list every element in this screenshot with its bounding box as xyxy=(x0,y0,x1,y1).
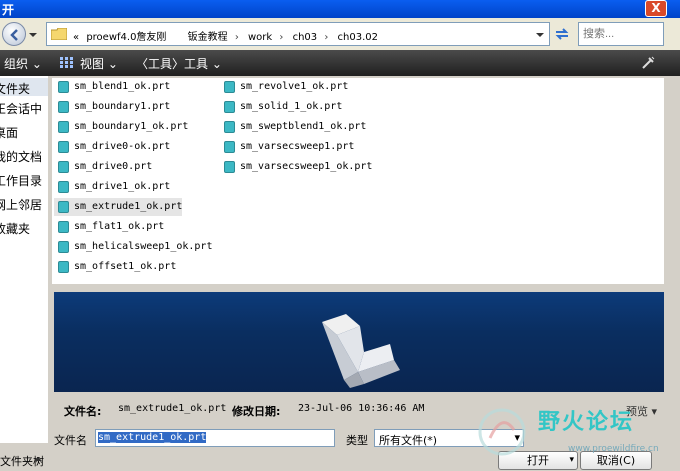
breadcrumb-item[interactable]: ch03 xyxy=(293,32,318,43)
breadcrumb-item[interactable]: proewf4.0詹友刚 xyxy=(86,32,166,43)
breadcrumb-overflow[interactable]: « xyxy=(73,32,79,43)
chevron-down-icon: ▾ xyxy=(651,405,658,418)
file-item[interactable]: sm_varsecsweep1_ok.prt xyxy=(220,158,372,176)
sidebar-item-desktop[interactable]: 桌面 xyxy=(0,124,18,141)
breadcrumb-separator[interactable]: › xyxy=(279,32,283,43)
file-item[interactable]: sm_flat1_ok.prt xyxy=(54,218,164,236)
breadcrumb-item[interactable]: 钣金教程 xyxy=(188,32,228,43)
sidebar-item-documents[interactable]: 我的文档 xyxy=(0,148,42,165)
sidebar-item-session[interactable]: 正会话中 xyxy=(0,100,42,117)
history-dropdown-icon[interactable] xyxy=(28,30,38,40)
back-arrow-icon xyxy=(10,29,18,41)
breadcrumb-separator[interactable]: › xyxy=(324,32,328,43)
sidebar-item-working-dir[interactable]: 工作目录 xyxy=(0,172,42,189)
cancel-button[interactable]: 取消(C) xyxy=(580,451,652,470)
breadcrumb-item[interactable]: work xyxy=(248,32,272,43)
sidebar-item-folder[interactable]: 文件夹 xyxy=(0,80,30,97)
chevron-down-icon[interactable]: ▾ xyxy=(569,452,574,469)
file-item[interactable]: sm_boundary1_ok.prt xyxy=(54,118,188,136)
file-item[interactable]: sm_offset1_ok.prt xyxy=(54,258,176,276)
dialog-footer: 文件夹树 打开 ▾ 取消(C) xyxy=(0,450,680,471)
chevron-down-icon: ▾ xyxy=(514,431,520,444)
filename-input[interactable]: sm_extrude1_ok.prt xyxy=(95,429,335,447)
file-item[interactable]: sm_sweptblend1_ok.prt xyxy=(220,118,366,136)
filename-row: 文件名 sm_extrude1_ok.prt 类型 所有文件(*) ▾ xyxy=(0,428,680,450)
details-filename-label: 文件名: xyxy=(64,405,102,418)
title-bar: 开 X xyxy=(0,0,680,18)
address-bar[interactable]: « proewf4.0詹友刚 钣金教程 › work › ch03 › ch03… xyxy=(46,22,550,46)
breadcrumb-separator[interactable]: › xyxy=(235,32,239,43)
part-file-icon xyxy=(224,161,235,173)
address-dropdown-icon[interactable] xyxy=(536,31,544,39)
sidebar-item-favorites[interactable]: 收藏夹 xyxy=(0,220,30,237)
part-file-icon xyxy=(224,101,235,113)
file-item[interactable]: sm_boundary1.prt xyxy=(54,98,170,116)
command-toolbar: 组织 ⌄ 视图 ⌄ 〈工具〉工具 ⌄ xyxy=(0,50,680,76)
file-details: 文件名: sm_extrude1_ok.prt 修改日期: 23-Jul-06 … xyxy=(54,398,664,422)
file-list: sm_blend1_ok.prt sm_boundary1.prt sm_bou… xyxy=(52,78,664,284)
part-file-icon xyxy=(224,81,235,93)
refresh-button[interactable] xyxy=(550,22,574,46)
file-item[interactable]: sm_revolve1_ok.prt xyxy=(220,78,348,96)
views-menu[interactable]: 视图 ⌄ xyxy=(80,55,118,72)
part-file-icon xyxy=(58,121,69,133)
details-modified-label: 修改日期: xyxy=(232,405,281,418)
navigation-bar: « proewf4.0詹友刚 钣金教程 › work › ch03 › ch03… xyxy=(0,18,680,50)
refresh-icon xyxy=(555,28,569,40)
part-file-icon xyxy=(58,101,69,113)
chevron-down-icon: ⌄ xyxy=(211,57,222,71)
file-item[interactable]: sm_solid_1_ok.prt xyxy=(220,98,342,116)
close-button[interactable]: X xyxy=(645,0,667,17)
part-preview-image xyxy=(322,314,400,388)
preview-toggle[interactable]: 预览 ▾ xyxy=(626,403,657,419)
folder-icon xyxy=(51,28,67,40)
breadcrumb-item[interactable]: ch03.02 xyxy=(338,32,378,43)
file-item[interactable]: sm_blend1_ok.prt xyxy=(54,78,170,96)
tools-menu[interactable]: 〈工具〉工具 ⌄ xyxy=(136,55,222,72)
view-grid-icon xyxy=(60,57,73,68)
back-button[interactable] xyxy=(2,22,26,46)
type-select[interactable]: 所有文件(*) ▾ xyxy=(374,429,524,447)
sidebar-item-network[interactable]: 网上邻居 xyxy=(0,196,42,213)
part-file-icon xyxy=(58,201,69,213)
search-input[interactable] xyxy=(578,22,664,46)
part-file-icon xyxy=(58,261,69,273)
file-item[interactable]: sm_drive0-ok.prt xyxy=(54,138,170,156)
part-file-icon xyxy=(58,81,69,93)
settings-icon[interactable] xyxy=(640,55,656,71)
window-title: 开 xyxy=(2,3,15,17)
type-label: 类型 xyxy=(346,434,368,447)
close-icon: X xyxy=(651,1,661,15)
part-file-icon xyxy=(224,121,235,133)
chevron-up-icon[interactable] xyxy=(34,455,42,463)
organize-menu[interactable]: 组织 ⌄ xyxy=(4,55,42,72)
part-file-icon xyxy=(58,241,69,253)
part-file-icon xyxy=(58,221,69,233)
part-file-icon xyxy=(58,141,69,153)
file-item[interactable]: sm_varsecsweep1.prt xyxy=(220,138,354,156)
file-item[interactable]: sm_drive1_ok.prt xyxy=(54,178,170,196)
details-filename-value: sm_extrude1_ok.prt xyxy=(118,403,227,414)
open-button[interactable]: 打开 ▾ xyxy=(498,451,578,470)
chevron-down-icon: ⌄ xyxy=(31,57,42,71)
model-preview[interactable] xyxy=(54,292,664,392)
sidebar: 文件夹 正会话中 桌面 我的文档 工作目录 网上邻居 收藏夹 xyxy=(0,76,48,443)
organize-label: 组织 xyxy=(4,57,29,71)
file-item[interactable]: sm_helicalsweep1_ok.prt xyxy=(54,238,212,256)
details-modified-value: 23-Jul-06 10:36:46 AM xyxy=(298,403,425,414)
part-file-icon xyxy=(58,161,69,173)
part-file-icon xyxy=(58,181,69,193)
file-item[interactable]: sm_drive0.prt xyxy=(54,158,152,176)
part-file-icon xyxy=(224,141,235,153)
breadcrumb: « proewf4.0詹友刚 钣金教程 › work › ch03 › ch03… xyxy=(73,28,382,43)
file-item-selected[interactable]: sm_extrude1_ok.prt xyxy=(54,198,182,216)
views-label: 视图 xyxy=(80,57,105,71)
filename-label: 文件名 xyxy=(54,434,87,447)
chevron-down-icon: ⌄ xyxy=(107,57,118,71)
tools-label: 〈工具〉工具 xyxy=(136,57,209,71)
